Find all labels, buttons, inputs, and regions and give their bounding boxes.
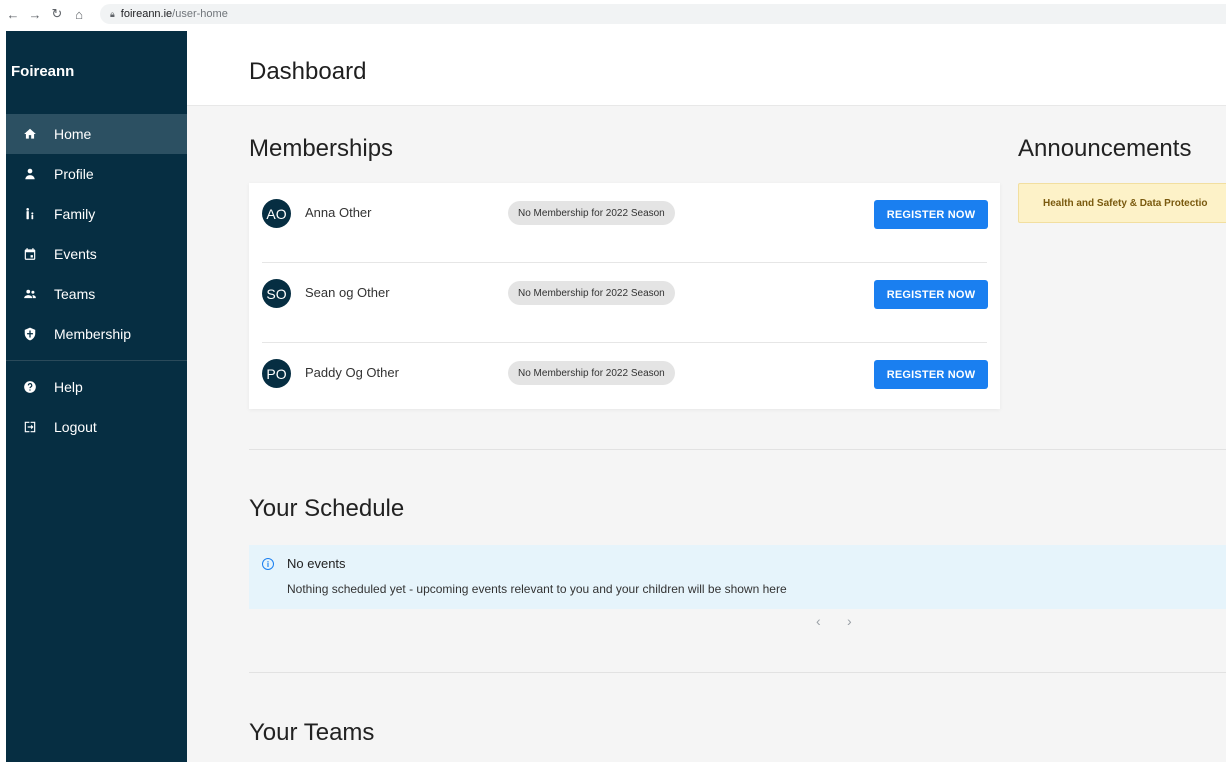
schedule-empty-title: No events	[287, 556, 346, 571]
announcement-item[interactable]: Health and Safety & Data Protectio	[1018, 183, 1226, 223]
person-icon	[6, 167, 54, 181]
sidebar-item-family[interactable]: Family	[6, 194, 187, 234]
browser-toolbar: ← → ↻ ⌂ 🔒︎ foireann.ie/user-home	[0, 0, 1226, 28]
shield-icon	[6, 327, 54, 341]
avatar: SO	[262, 279, 291, 308]
sidebar-item-label: Home	[54, 126, 92, 142]
avatar: PO	[262, 359, 291, 388]
register-now-button[interactable]: REGISTER NOW	[874, 360, 988, 389]
section-divider	[249, 449, 1226, 450]
sidebar-item-label: Events	[54, 246, 97, 262]
sidebar-item-label: Profile	[54, 166, 94, 182]
sidebar-item-help[interactable]: Help	[6, 367, 187, 407]
page-title: Dashboard	[249, 58, 367, 85]
info-icon: i	[262, 558, 274, 570]
list-item: PO Paddy Og Other No Membership for 2022…	[262, 343, 988, 423]
sidebar-item-membership[interactable]: Membership	[6, 314, 187, 354]
brand-logo-text[interactable]: Foireann	[11, 63, 74, 80]
sidebar-item-logout[interactable]: Logout	[6, 407, 187, 447]
chevron-right-icon[interactable]: ›	[847, 613, 852, 629]
back-arrow-icon[interactable]: ←	[2, 7, 24, 22]
avatar: AO	[262, 199, 291, 228]
sidebar-item-label: Family	[54, 206, 96, 222]
sidebar-item-home[interactable]: Home	[6, 114, 187, 154]
logout-icon	[6, 420, 54, 434]
member-name: Anna Other	[305, 205, 372, 220]
sidebar-item-label: Help	[54, 379, 83, 395]
status-badge: No Membership for 2022 Season	[508, 201, 675, 225]
schedule-empty-alert: i No events Nothing scheduled yet - upco…	[249, 545, 1226, 609]
reload-icon[interactable]: ↻	[46, 6, 68, 22]
schedule-title: Your Schedule	[249, 495, 405, 522]
memberships-card: AO Anna Other No Membership for 2022 Sea…	[249, 183, 1000, 409]
sidebar: Foireann Home Profile Family Events Team…	[6, 31, 187, 762]
sidebar-item-teams[interactable]: Teams	[6, 274, 187, 314]
main-content: Dashboard Memberships AO Anna Other No M…	[187, 31, 1226, 762]
sidebar-nav: Home Profile Family Events Teams Members…	[6, 114, 187, 447]
announcements-title: Announcements	[1018, 135, 1192, 162]
sidebar-item-label: Teams	[54, 286, 96, 302]
list-item: SO Sean og Other No Membership for 2022 …	[262, 263, 988, 343]
forward-arrow-icon[interactable]: →	[24, 7, 46, 22]
sidebar-divider	[6, 360, 187, 361]
section-divider	[249, 672, 1226, 673]
sidebar-item-profile[interactable]: Profile	[6, 154, 187, 194]
member-name: Paddy Og Other	[305, 365, 399, 380]
home-icon	[6, 127, 54, 141]
sidebar-item-events[interactable]: Events	[6, 234, 187, 274]
calendar-icon	[6, 247, 54, 261]
sidebar-item-label: Logout	[54, 419, 97, 435]
member-name: Sean og Other	[305, 285, 390, 300]
address-bar[interactable]: 🔒︎ foireann.ie/user-home	[100, 4, 1226, 24]
url-host: foireann.ie	[120, 8, 173, 20]
family-icon	[6, 207, 54, 221]
status-badge: No Membership for 2022 Season	[508, 281, 675, 305]
home-icon[interactable]: ⌂	[68, 7, 90, 22]
help-icon	[6, 380, 54, 394]
schedule-empty-text: Nothing scheduled yet - upcoming events …	[287, 582, 787, 596]
memberships-title: Memberships	[249, 135, 394, 162]
url-path: /user-home	[172, 8, 228, 20]
register-now-button[interactable]: REGISTER NOW	[874, 280, 988, 309]
sidebar-item-label: Membership	[54, 326, 132, 342]
group-icon	[6, 287, 54, 301]
list-item: AO Anna Other No Membership for 2022 Sea…	[262, 183, 988, 263]
register-now-button[interactable]: REGISTER NOW	[874, 200, 988, 229]
page-header: Dashboard	[187, 31, 1226, 106]
lock-icon: 🔒︎	[110, 8, 115, 19]
chevron-left-icon[interactable]: ‹	[816, 613, 821, 629]
status-badge: No Membership for 2022 Season	[508, 361, 675, 385]
teams-title: Your Teams	[249, 719, 375, 746]
